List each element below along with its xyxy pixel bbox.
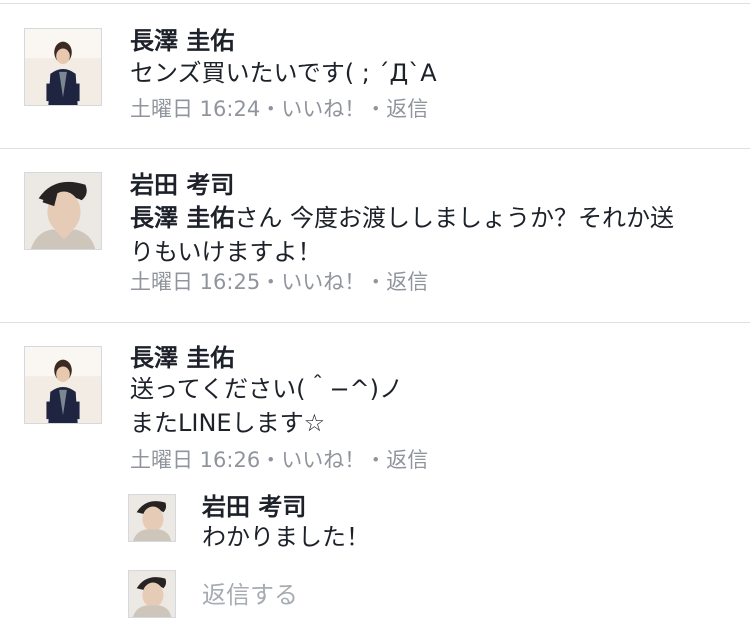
- comment-meta: 土曜日 16:25・いいね！・返信: [130, 268, 428, 296]
- comment-divider: [0, 148, 750, 149]
- comment-text-line: 送ってください(＾−^)ノ: [130, 375, 404, 403]
- avatar[interactable]: [24, 172, 102, 250]
- comment-text-line: さん 今度お渡ししましょうか？それか送: [234, 204, 674, 232]
- profile-photo-iwata: [129, 495, 175, 541]
- comment-text: わかりました！: [202, 523, 370, 551]
- reply-link[interactable]: 返信: [386, 270, 428, 294]
- separator: ・: [260, 270, 282, 294]
- separator: ・: [260, 448, 282, 472]
- reply-link[interactable]: 返信: [386, 97, 428, 121]
- profile-photo-nagasawa: [25, 29, 101, 105]
- comment-text: 長澤 圭佑さん 今度お渡ししましょうか？それか送 りもいけますよ！: [130, 201, 730, 269]
- profile-photo-iwata: [129, 571, 175, 617]
- mention-link[interactable]: 長澤 圭佑: [130, 204, 234, 232]
- comment-text: センズ買いたいです( ; ´Д`A: [130, 59, 437, 87]
- comment-timestamp[interactable]: 土曜日 16:24: [130, 97, 260, 121]
- avatar[interactable]: [24, 28, 102, 106]
- comment-1: 長澤 圭佑 センズ買いたいです( ; ´Д`A 土曜日 16:24・いいね！・返…: [0, 0, 750, 148]
- comment-timestamp[interactable]: 土曜日 16:25: [130, 270, 260, 294]
- comment-meta: 土曜日 16:26・いいね！・返信: [130, 446, 428, 474]
- reply-input[interactable]: 返信する: [202, 578, 298, 612]
- comment-timestamp[interactable]: 土曜日 16:26: [130, 448, 260, 472]
- commenter-name[interactable]: 岩田 考司: [202, 492, 306, 522]
- like-link[interactable]: いいね！: [281, 270, 365, 294]
- avatar[interactable]: [128, 494, 176, 542]
- comment-text-line: またLINEします☆: [130, 409, 326, 437]
- commenter-name[interactable]: 長澤 圭佑: [130, 26, 234, 56]
- comment-meta: 土曜日 16:24・いいね！・返信: [130, 95, 428, 123]
- separator: ・: [365, 97, 387, 121]
- separator: ・: [260, 97, 282, 121]
- current-user-avatar: [128, 570, 176, 618]
- comment-text-line: りもいけますよ！: [130, 238, 322, 266]
- profile-photo-iwata: [25, 173, 101, 249]
- separator: ・: [365, 448, 387, 472]
- profile-photo-nagasawa: [25, 347, 101, 423]
- avatar[interactable]: [24, 346, 102, 424]
- like-link[interactable]: いいね！: [281, 97, 365, 121]
- commenter-name[interactable]: 岩田 考司: [130, 170, 234, 200]
- like-link[interactable]: いいね！: [281, 448, 365, 472]
- comment-divider: [0, 322, 750, 323]
- comment-text: 送ってください(＾−^)ノ またLINEします☆: [130, 372, 730, 440]
- commenter-name[interactable]: 長澤 圭佑: [130, 343, 234, 373]
- reply-link[interactable]: 返信: [386, 448, 428, 472]
- separator: ・: [365, 270, 387, 294]
